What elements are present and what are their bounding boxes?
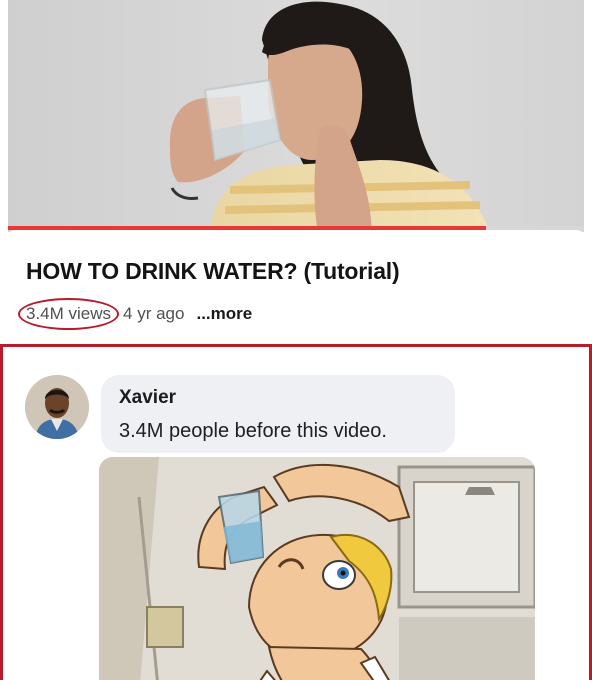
comment-bubble: Xavier 3.4M people before this video. [101, 375, 455, 453]
comment-panel: Xavier 3.4M people before this video. [0, 344, 592, 680]
comment-author[interactable]: Xavier [119, 387, 176, 409]
more-button[interactable]: ...more [196, 304, 252, 324]
comment-attached-image[interactable] [99, 457, 535, 680]
cartoon-drinking-water-icon [99, 457, 535, 680]
user-avatar[interactable] [25, 375, 89, 439]
video-thumbnail[interactable] [0, 0, 592, 232]
video-frame-image [8, 0, 584, 232]
video-meta-row: 3.4M views 4 yr ago ...more [18, 298, 252, 330]
view-count-highlighted: 3.4M views [18, 298, 120, 330]
comment-text: 3.4M people before this video. [119, 420, 387, 442]
upload-age: 4 yr ago [123, 304, 185, 323]
video-info-card: HOW TO DRINK WATER? (Tutorial) 3.4M view… [4, 230, 588, 342]
avatar-photo-icon [25, 375, 89, 439]
video-title[interactable]: HOW TO DRINK WATER? (Tutorial) [26, 258, 400, 285]
